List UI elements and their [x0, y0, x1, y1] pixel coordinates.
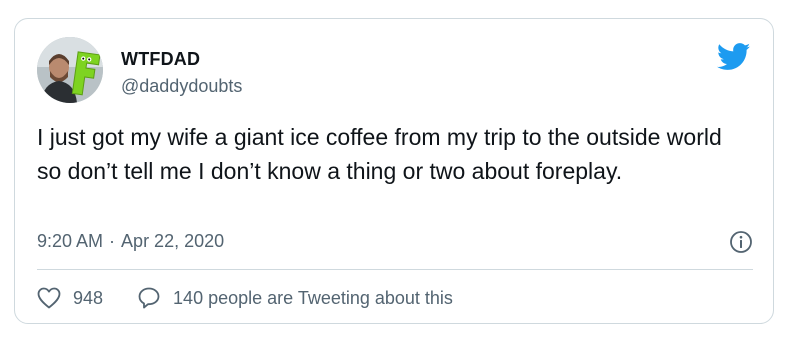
divider [37, 269, 753, 270]
avatar[interactable] [37, 37, 103, 103]
like-count[interactable]: 948 [73, 288, 103, 309]
like-button[interactable]: 948 [37, 287, 137, 309]
meta-separator: · [109, 231, 116, 251]
tweet-timestamp[interactable]: 9:20 AM · Apr 22, 2020 [37, 231, 224, 252]
tweet-card[interactable]: WTFDAD @daddydoubts I just got my wife a… [14, 18, 774, 324]
author-handle[interactable]: @daddydoubts [121, 76, 242, 97]
action-bar: 948 140 people are Tweeting about this [37, 285, 453, 311]
heart-icon[interactable] [37, 287, 61, 309]
tweet-time[interactable]: 9:20 AM [37, 231, 103, 251]
conversation-link[interactable]: 140 people are Tweeting about this [137, 286, 453, 310]
tweet-date[interactable]: Apr 22, 2020 [121, 231, 224, 251]
info-icon[interactable] [729, 230, 753, 254]
speech-bubble-icon[interactable] [137, 286, 161, 310]
twitter-bird-icon[interactable] [717, 43, 751, 71]
conversation-label[interactable]: 140 people are Tweeting about this [173, 288, 453, 309]
tweet-text: I just got my wife a giant ice coffee fr… [37, 124, 722, 184]
author-name[interactable]: WTFDAD [121, 49, 200, 70]
